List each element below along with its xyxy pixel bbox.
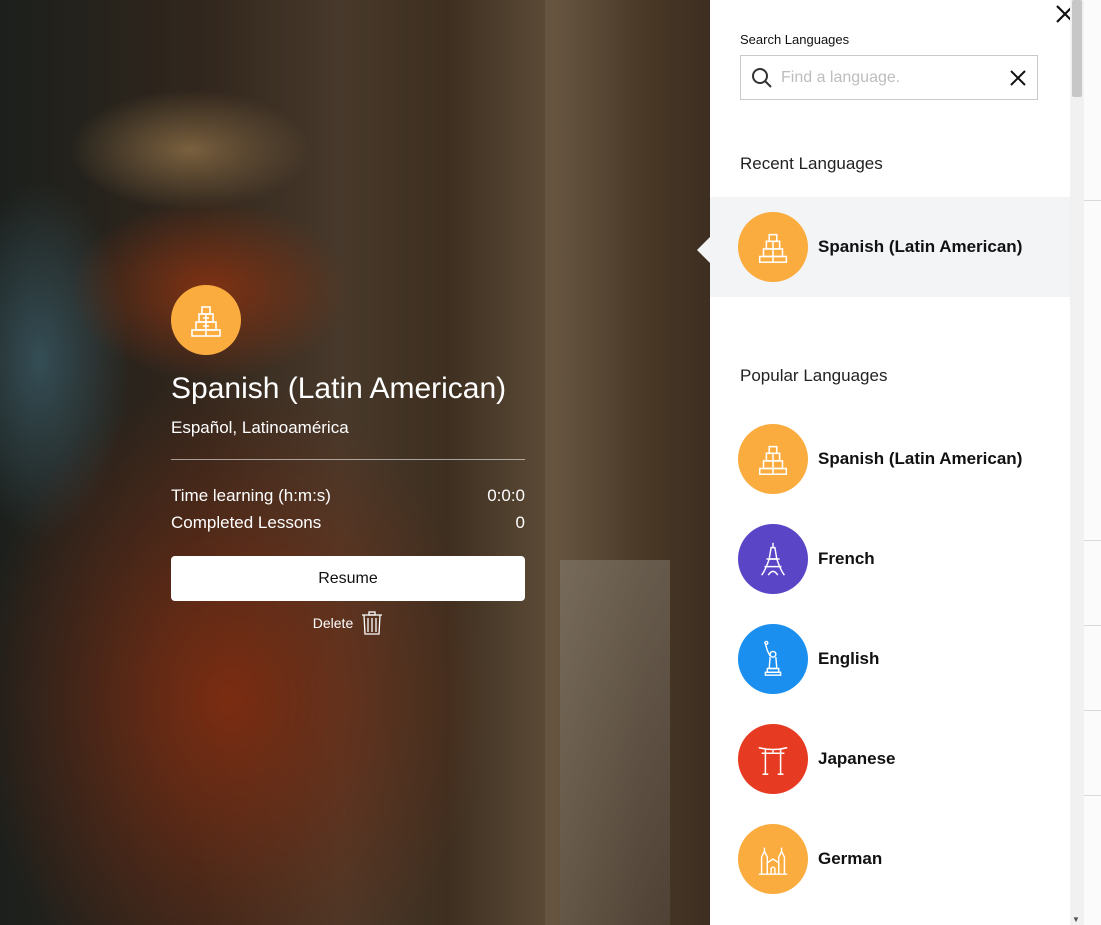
language-panel: Search Languages Recent Languages Spanis…: [710, 0, 1070, 925]
divider: [1084, 795, 1101, 796]
stat-label: Time learning (h:m:s): [171, 486, 331, 505]
language-name: Spanish (Latin American): [818, 237, 1023, 256]
search-label: Search Languages: [740, 32, 850, 47]
divider: [1084, 625, 1101, 626]
language-title: Spanish (Latin American): [171, 372, 507, 405]
recent-language-item[interactable]: Spanish (Latin American): [710, 197, 1070, 297]
language-card: Spanish (Latin American) Español, Latino…: [171, 285, 525, 635]
cathedral-icon: [738, 824, 808, 894]
scroll-down-icon[interactable]: ▼: [1072, 915, 1080, 924]
scrollbar-thumb[interactable]: [1072, 0, 1082, 97]
stat-value: 0: [515, 513, 525, 532]
pyramid-icon: [738, 212, 808, 282]
hero-background: Spanish (Latin American) Español, Latino…: [0, 0, 710, 925]
clear-search-icon[interactable]: [1009, 69, 1027, 87]
stat-completed-lessons: Completed Lessons 0: [171, 512, 525, 534]
eiffel-tower-icon: [738, 524, 808, 594]
popular-languages-title: Popular Languages: [740, 366, 888, 385]
language-name: English: [818, 649, 880, 668]
panel-pointer: [697, 237, 710, 263]
divider: [1084, 540, 1101, 541]
search-icon: [752, 67, 772, 88]
statue-of-liberty-icon: [738, 624, 808, 694]
stat-value: 0:0:0: [487, 486, 525, 505]
page-edge: [1084, 0, 1101, 925]
native-language-name: Español, Latinoamérica: [171, 418, 349, 437]
recent-languages-title: Recent Languages: [740, 154, 883, 173]
delete-label: Delete: [312, 615, 354, 631]
search-input[interactable]: [781, 68, 1009, 87]
trash-icon: [362, 611, 383, 635]
divider: [1084, 710, 1101, 711]
popular-language-spanish[interactable]: Spanish (Latin American): [710, 409, 1070, 509]
scrollbar[interactable]: [1070, 0, 1084, 925]
divider: [171, 459, 525, 460]
language-name: Spanish (Latin American): [818, 449, 1023, 468]
stat-label: Completed Lessons: [171, 513, 322, 532]
popular-language-japanese[interactable]: Japanese: [710, 709, 1070, 809]
popular-language-french[interactable]: French: [710, 509, 1070, 609]
stat-time-learning: Time learning (h:m:s) 0:0:0: [171, 485, 525, 507]
delete-button[interactable]: Delete: [171, 611, 525, 635]
search-box: [740, 55, 1038, 100]
divider: [1084, 200, 1101, 201]
language-name: German: [818, 849, 883, 868]
language-name: French: [818, 549, 875, 568]
popular-language-english[interactable]: English: [710, 609, 1070, 709]
language-name: Japanese: [818, 749, 896, 768]
popular-language-german[interactable]: German: [710, 809, 1070, 909]
torii-gate-icon: [738, 724, 808, 794]
pyramid-icon: [171, 285, 241, 355]
pyramid-icon: [738, 424, 808, 494]
resume-button[interactable]: Resume: [171, 556, 525, 601]
